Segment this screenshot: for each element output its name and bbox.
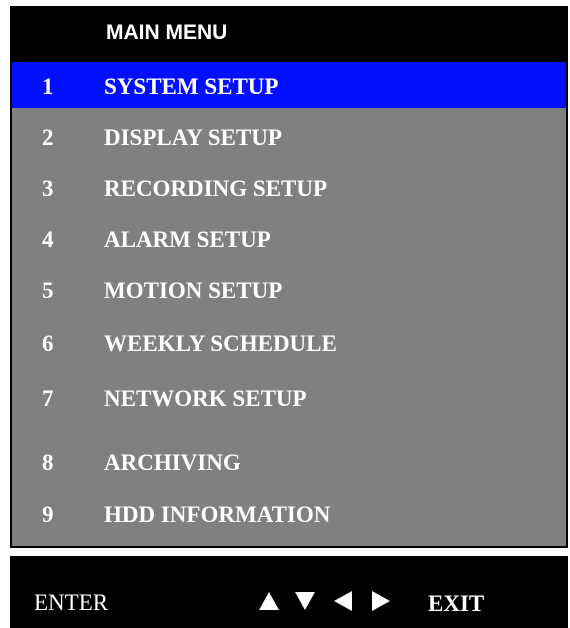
menu-item-number: 1 bbox=[42, 74, 54, 99]
menu-item-label: NETWORK SETUP bbox=[104, 386, 307, 411]
menu-item-number: 7 bbox=[42, 386, 54, 411]
arrow-left-icon[interactable] bbox=[332, 590, 354, 612]
main-menu-panel: MAIN MENU 1 SYSTEM SETUP 2 DISPLAY SETUP… bbox=[10, 6, 568, 548]
menu-item-label: WEEKLY SCHEDULE bbox=[104, 331, 337, 356]
navigation-bar: ENTER EXIT bbox=[10, 556, 568, 628]
menu-item-network-setup[interactable]: 7 NETWORK SETUP bbox=[12, 374, 566, 420]
menu-item-motion-setup[interactable]: 5 MOTION SETUP bbox=[12, 266, 566, 312]
menu-item-label: MOTION SETUP bbox=[104, 278, 283, 303]
menu-title-bar: MAIN MENU bbox=[12, 6, 566, 62]
exit-button[interactable]: EXIT bbox=[428, 591, 484, 617]
menu-item-weekly-schedule[interactable]: 6 WEEKLY SCHEDULE bbox=[12, 319, 566, 365]
menu-item-number: 5 bbox=[42, 278, 54, 303]
menu-title: MAIN MENU bbox=[106, 21, 228, 44]
enter-button[interactable]: ENTER bbox=[34, 590, 108, 616]
menu-item-label: ALARM SETUP bbox=[104, 227, 271, 252]
menu-item-system-setup[interactable]: 1 SYSTEM SETUP bbox=[12, 62, 566, 108]
menu-item-archiving[interactable]: 8 ARCHIVING bbox=[12, 438, 566, 484]
menu-item-alarm-setup[interactable]: 4 ALARM SETUP bbox=[12, 215, 566, 261]
menu-item-number: 3 bbox=[42, 176, 54, 201]
menu-item-label: RECORDING SETUP bbox=[104, 176, 328, 201]
menu-item-display-setup[interactable]: 2 DISPLAY SETUP bbox=[12, 113, 566, 159]
menu-item-hdd-information[interactable]: 9 HDD INFORMATION bbox=[12, 490, 566, 536]
menu-item-number: 4 bbox=[42, 227, 54, 252]
menu-item-number: 8 bbox=[42, 450, 54, 475]
arrow-right-icon[interactable] bbox=[370, 590, 392, 612]
menu-item-label: SYSTEM SETUP bbox=[104, 74, 279, 99]
menu-item-recording-setup[interactable]: 3 RECORDING SETUP bbox=[12, 164, 566, 210]
menu-item-label: ARCHIVING bbox=[104, 450, 241, 475]
menu-item-label: HDD INFORMATION bbox=[104, 502, 331, 527]
arrow-down-icon[interactable] bbox=[294, 590, 316, 612]
menu-item-number: 6 bbox=[42, 331, 54, 356]
arrow-up-icon[interactable] bbox=[258, 590, 280, 612]
menu-item-label: DISPLAY SETUP bbox=[104, 125, 282, 150]
menu-item-number: 2 bbox=[42, 125, 54, 150]
menu-item-number: 9 bbox=[42, 502, 54, 527]
